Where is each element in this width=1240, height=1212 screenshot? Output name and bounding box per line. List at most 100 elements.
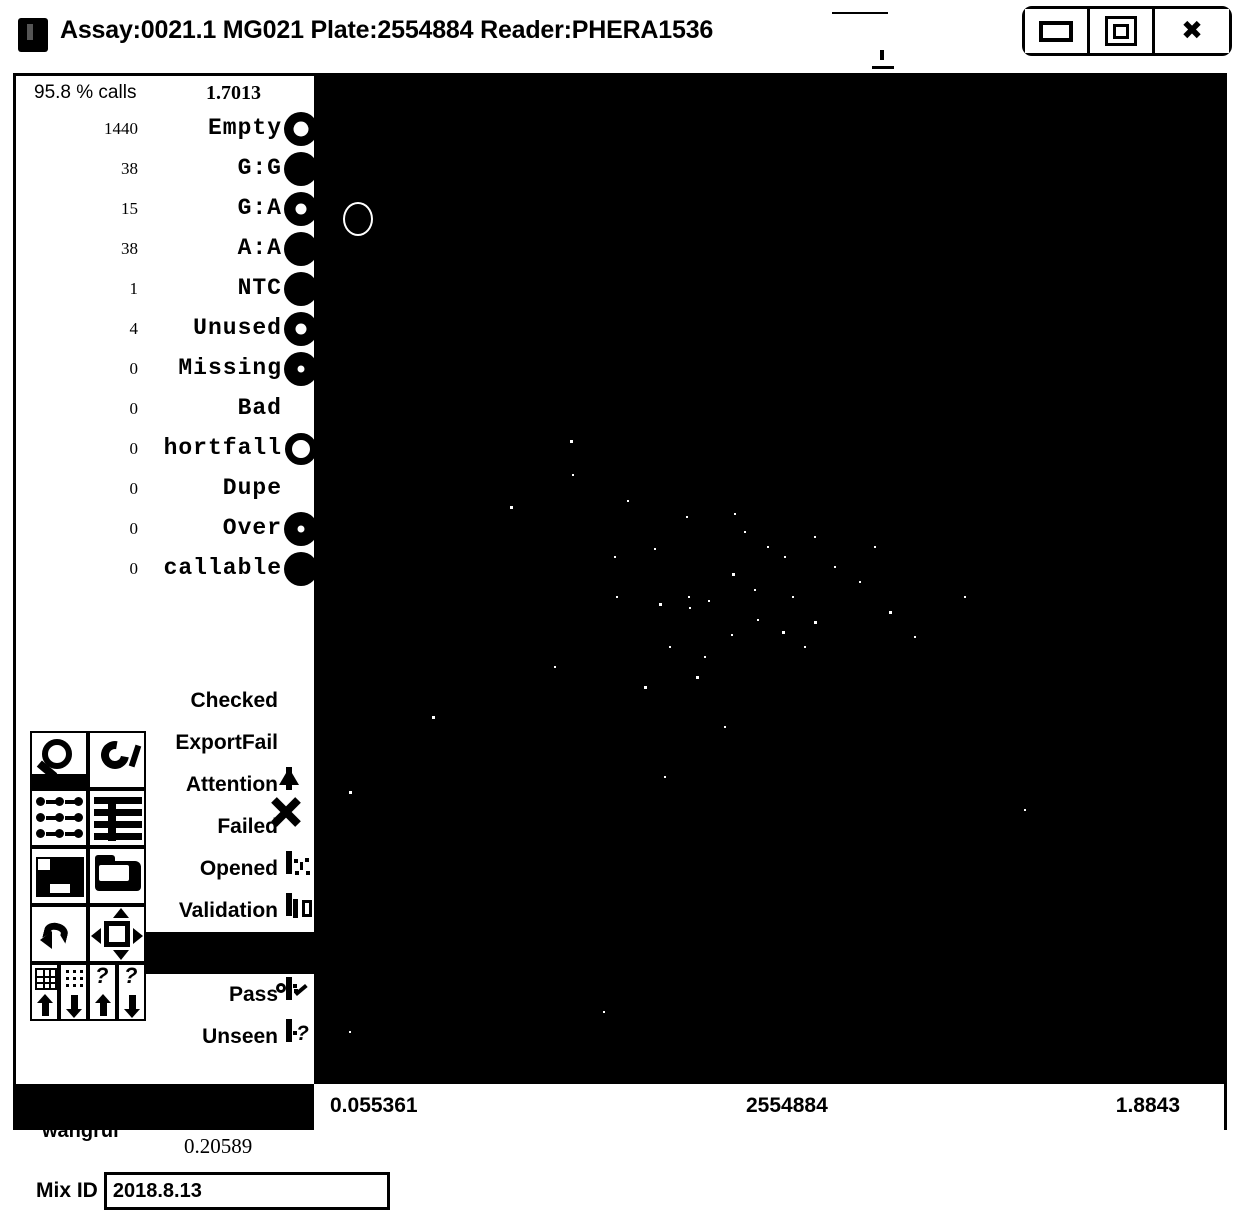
data-point[interactable] (784, 556, 786, 558)
legend-row-ga[interactable]: 15 G:A (16, 190, 318, 230)
data-point[interactable] (696, 676, 699, 679)
pass-key-icon[interactable] (276, 977, 316, 1010)
plate-down-button[interactable] (59, 963, 88, 1021)
filled-square-icon[interactable] (286, 686, 316, 716)
username-label: wangrui (42, 1120, 119, 1142)
data-point[interactable] (804, 646, 806, 648)
maximize-button[interactable] (1090, 9, 1155, 53)
data-point[interactable] (554, 666, 556, 668)
list-lines-icon (94, 797, 142, 841)
checked-box-icon[interactable] (286, 728, 316, 758)
data-point[interactable] (432, 716, 435, 719)
data-point[interactable] (654, 548, 656, 550)
data-point[interactable] (627, 500, 629, 502)
data-point[interactable] (572, 474, 574, 476)
data-point[interactable] (757, 619, 759, 621)
data-point[interactable] (859, 581, 861, 583)
data-point[interactable] (731, 634, 733, 636)
data-point[interactable] (686, 516, 688, 518)
data-point[interactable] (603, 1011, 605, 1013)
zoom-magnifier-button[interactable] (30, 731, 88, 789)
cross-x-icon[interactable] (286, 812, 316, 842)
legend-row-empty[interactable]: 1440 Empty (16, 110, 318, 150)
validation-icon[interactable] (286, 893, 316, 926)
legend-count: 0 (129, 359, 139, 378)
scan-artifact (832, 12, 888, 14)
data-point[interactable] (914, 636, 916, 638)
list-view-button[interactable] (88, 789, 146, 847)
data-point[interactable] (724, 726, 726, 728)
data-point[interactable] (659, 603, 662, 606)
data-point[interactable] (349, 1031, 351, 1033)
undo-button[interactable] (30, 905, 88, 963)
mix-id-input[interactable] (103, 1172, 390, 1210)
checkbox-row-selected[interactable] (144, 932, 320, 974)
rotate-back-button[interactable] (88, 731, 146, 789)
data-point[interactable] (644, 686, 647, 689)
warning-triangle-icon[interactable] (279, 767, 316, 800)
data-point[interactable] (767, 546, 769, 548)
opened-box-icon[interactable] (286, 851, 316, 884)
checkbox-row-failed[interactable]: Failed (144, 806, 320, 848)
plate-up-button[interactable] (30, 963, 59, 1021)
checkbox-row-exportfail[interactable]: ExportFail (144, 722, 320, 764)
data-point[interactable] (1024, 809, 1026, 811)
data-point[interactable] (964, 596, 966, 598)
data-point[interactable] (708, 600, 710, 602)
cluster-plot-canvas[interactable] (314, 76, 1224, 1084)
selected-point-marker[interactable] (343, 202, 373, 236)
query-up-button[interactable]: ? (88, 963, 117, 1021)
scan-artifact (880, 50, 884, 60)
check-outline-icon[interactable] (286, 935, 316, 968)
open-button[interactable] (88, 847, 146, 905)
legend-row-shortfall[interactable]: 0 hortfall (16, 430, 317, 470)
legend-row-missing[interactable]: 0 Missing (16, 350, 318, 390)
data-point[interactable] (688, 596, 690, 598)
move-button[interactable] (88, 905, 146, 963)
data-point[interactable] (689, 607, 691, 609)
data-point[interactable] (570, 440, 573, 443)
data-point[interactable] (510, 506, 513, 509)
checkbox-row-checked[interactable]: Checked (144, 680, 320, 722)
legend-row-ntc[interactable]: 1 NTC (16, 270, 318, 310)
legend-label: Dupe (222, 475, 282, 501)
data-point[interactable] (704, 656, 706, 658)
checkbox-row-pass[interactable]: Pass (144, 974, 320, 1016)
minimize-button[interactable] (1025, 9, 1090, 53)
data-point[interactable] (792, 596, 794, 598)
legend-row-gg[interactable]: 38 G:G (16, 150, 318, 190)
legend-label: Unused (193, 315, 282, 341)
legend-row-over[interactable]: 0 Over (16, 510, 318, 550)
data-point[interactable] (669, 646, 671, 648)
data-point[interactable] (754, 589, 756, 591)
query-down-button[interactable]: ? (117, 963, 146, 1021)
dot-grid-arrows-icon (36, 797, 86, 839)
data-point[interactable] (734, 513, 736, 515)
save-button[interactable] (30, 847, 88, 905)
data-point[interactable] (664, 776, 666, 778)
data-point[interactable] (744, 531, 746, 533)
checkbox-row-opened[interactable]: Opened (144, 848, 320, 890)
question-box-icon[interactable]: ? (286, 1019, 316, 1052)
data-point[interactable] (614, 556, 616, 558)
legend-row-dupe[interactable]: 0 Dupe (16, 470, 314, 510)
close-button[interactable]: ✖ (1155, 9, 1229, 53)
checkbox-row-validation[interactable]: Validation (144, 890, 320, 932)
data-point[interactable] (616, 596, 618, 598)
cluster-grid-button[interactable] (30, 789, 88, 847)
legend-row-aa[interactable]: 38 A:A (16, 230, 318, 270)
data-point[interactable] (814, 536, 816, 538)
checkbox-row-unseen[interactable]: Unseen ? (144, 1016, 320, 1058)
window-controls: ✖ (1022, 6, 1232, 56)
legend-row-bad[interactable]: 0 Bad (16, 390, 314, 430)
data-point[interactable] (782, 631, 785, 634)
data-point[interactable] (349, 791, 352, 794)
legend-row-uncallable[interactable]: 0 callable (16, 550, 318, 590)
data-point[interactable] (874, 546, 876, 548)
legend-row-unused[interactable]: 4 Unused (16, 310, 318, 350)
data-point[interactable] (834, 566, 836, 568)
data-point[interactable] (889, 611, 892, 614)
data-point[interactable] (814, 621, 817, 624)
status-x-min: 0.055361 (330, 1094, 418, 1117)
data-point[interactable] (732, 573, 735, 576)
